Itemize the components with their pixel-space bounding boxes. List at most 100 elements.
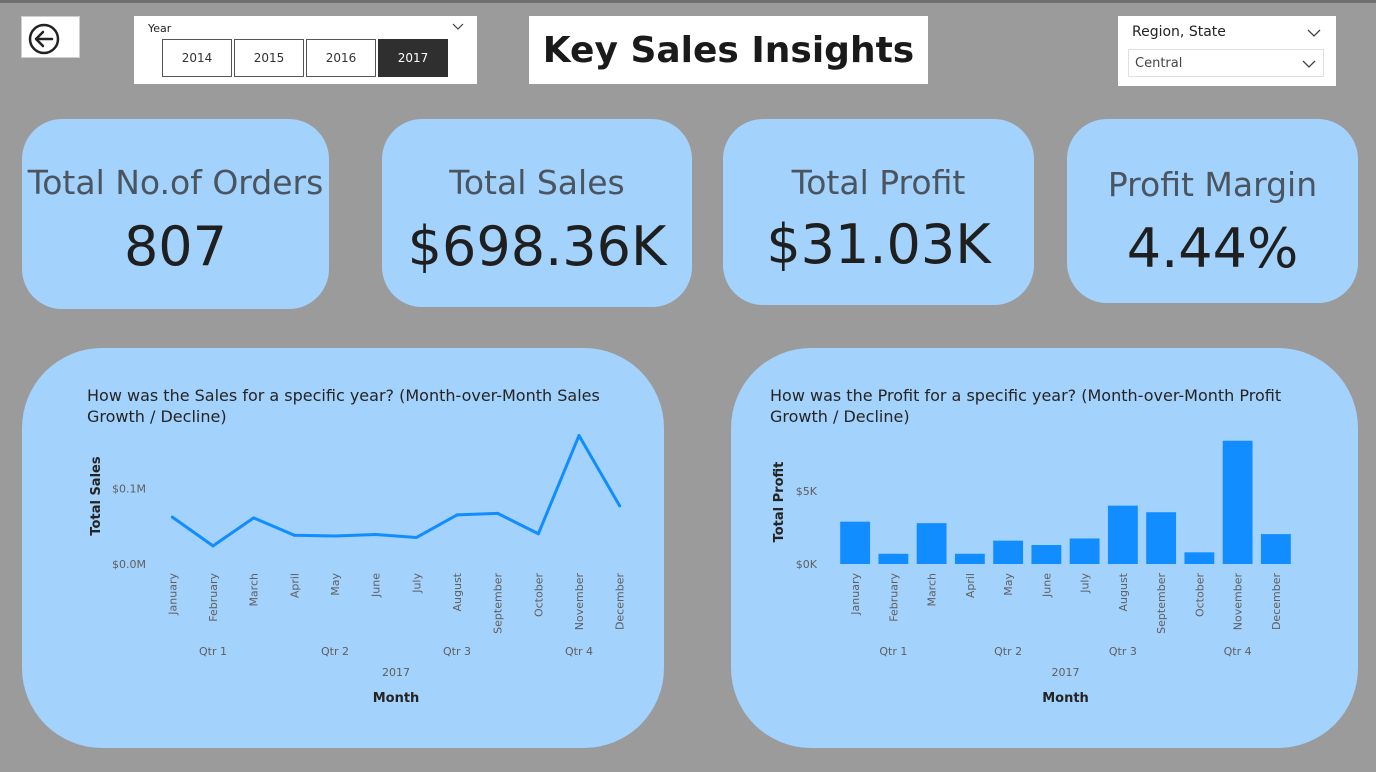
bar[interactable] xyxy=(993,540,1024,564)
page-title: Key Sales Insights xyxy=(542,29,915,71)
quarter-label: Qtr 3 xyxy=(1109,645,1137,658)
year-button-2014[interactable]: 2014 xyxy=(162,39,232,77)
x-tick-label: September xyxy=(492,573,505,634)
kpi-value: 807 xyxy=(123,215,228,278)
region-dropdown-value: Central xyxy=(1135,56,1183,71)
data-point[interactable] xyxy=(618,504,622,508)
data-point[interactable] xyxy=(333,534,337,538)
x-tick-label: January xyxy=(849,573,862,616)
bar[interactable] xyxy=(1222,440,1253,564)
x-tick-label: June xyxy=(370,573,383,598)
data-point[interactable] xyxy=(536,532,540,536)
x-tick-label: November xyxy=(573,573,586,631)
x-tick-label: December xyxy=(614,573,627,631)
year-button-2017[interactable]: 2017 xyxy=(378,39,448,77)
bar[interactable] xyxy=(1031,545,1062,564)
bar[interactable] xyxy=(916,523,947,564)
kpi-card-sales: Total Sales $698.36K xyxy=(382,119,692,307)
bar[interactable] xyxy=(1184,552,1215,564)
data-point[interactable] xyxy=(414,536,418,540)
kpi-value: 4.44% xyxy=(1126,217,1299,280)
page-title-box: Key Sales Insights xyxy=(529,16,928,84)
year-button-2015[interactable]: 2015 xyxy=(234,39,304,77)
kpi-card-orders: Total No.of Orders 807 xyxy=(22,119,329,309)
chevron-down-icon[interactable] xyxy=(451,20,465,34)
back-button[interactable] xyxy=(21,16,80,58)
x-tick-label: March xyxy=(926,573,939,607)
sales-line-chart[interactable]: Total Sales $0.0M $0.1M January February Marc… xyxy=(22,348,664,748)
x-axis-title: Month xyxy=(373,691,420,706)
y-tick-label: $0K xyxy=(796,558,818,571)
region-dropdown[interactable]: Central xyxy=(1128,49,1324,77)
x-tick-label: June xyxy=(1040,573,1053,598)
year-label: 2017 xyxy=(1052,666,1080,679)
kpi-value: $31.03K xyxy=(766,213,991,276)
x-tick-label: May xyxy=(1002,573,1015,596)
x-tick-label: July xyxy=(1079,573,1092,594)
x-tick-label: July xyxy=(410,573,423,594)
sales-chart-card: How was the Sales for a specific year? (… xyxy=(22,348,664,748)
y-axis-title: Total Profit xyxy=(772,462,787,543)
data-point[interactable] xyxy=(455,513,459,517)
year-slicer-title: Year xyxy=(148,22,172,35)
profit-bar-chart[interactable]: Total Profit $0K $5K January February March Ap… xyxy=(731,348,1358,748)
data-point[interactable] xyxy=(577,434,581,438)
x-tick-label: April xyxy=(288,573,301,598)
year-button-group: 2014 2015 2016 2017 xyxy=(162,39,448,77)
x-tick-label: October xyxy=(532,573,545,617)
year-button-2016[interactable]: 2016 xyxy=(306,39,376,77)
x-tick-label: March xyxy=(248,573,261,607)
x-tick-label: August xyxy=(451,572,464,611)
quarter-label: Qtr 3 xyxy=(443,645,471,658)
chevron-down-icon[interactable] xyxy=(1306,26,1322,40)
bar[interactable] xyxy=(1146,512,1177,564)
region-slicer-title: Region, State xyxy=(1132,24,1226,40)
kpi-label: Total No.of Orders xyxy=(27,163,324,202)
sales-line[interactable] xyxy=(171,434,621,548)
kpi-card-margin: Profit Margin 4.44% xyxy=(1067,119,1358,303)
kpi-value: $698.36K xyxy=(407,215,667,278)
bar[interactable] xyxy=(878,553,909,564)
data-point[interactable] xyxy=(374,533,378,537)
data-point[interactable] xyxy=(170,515,174,519)
year-label: 2017 xyxy=(382,666,410,679)
chevron-down-icon xyxy=(1302,60,1316,68)
x-tick-label: February xyxy=(207,573,220,622)
quarter-label: Qtr 1 xyxy=(879,645,907,658)
kpi-label: Profit Margin xyxy=(1107,165,1318,204)
kpi-label: Total Profit xyxy=(791,163,966,202)
data-point[interactable] xyxy=(292,533,296,537)
x-tick-label: November xyxy=(1232,573,1245,631)
profit-chart-card: How was the Profit for a specific year? … xyxy=(731,348,1358,748)
quarter-label: Qtr 2 xyxy=(994,645,1022,658)
quarter-label: Qtr 4 xyxy=(565,645,593,658)
bar[interactable] xyxy=(954,553,985,564)
x-tick-label: August xyxy=(1117,572,1130,611)
y-tick-label: $0.1M xyxy=(112,482,146,495)
y-axis-title: Total Sales xyxy=(89,456,104,535)
data-point[interactable] xyxy=(496,511,500,515)
bar[interactable] xyxy=(1069,538,1100,564)
y-tick-label: $5K xyxy=(796,485,818,498)
region-slicer: Region, State Central xyxy=(1118,16,1336,86)
x-tick-label: January xyxy=(166,573,179,616)
x-tick-label: September xyxy=(1155,573,1168,634)
data-point[interactable] xyxy=(252,516,256,520)
quarter-label: Qtr 1 xyxy=(199,645,227,658)
bar[interactable] xyxy=(1260,534,1291,564)
quarter-label: Qtr 4 xyxy=(1224,645,1252,658)
year-slicer: Year 2014 2015 2016 2017 xyxy=(134,16,477,84)
kpi-label: Total Sales xyxy=(449,163,625,202)
quarter-label: Qtr 2 xyxy=(321,645,349,658)
kpi-card-profit: Total Profit $31.03K xyxy=(723,119,1034,305)
x-tick-label: April xyxy=(964,573,977,598)
bar[interactable] xyxy=(1107,505,1138,564)
x-tick-label: December xyxy=(1270,573,1283,631)
x-tick-label: October xyxy=(1193,573,1206,617)
data-point[interactable] xyxy=(211,544,215,548)
bar[interactable] xyxy=(840,521,871,564)
x-tick-label: February xyxy=(887,573,900,622)
back-arrow-icon xyxy=(28,23,60,55)
y-tick-label: $0.0M xyxy=(112,558,146,571)
top-border xyxy=(0,0,1376,3)
